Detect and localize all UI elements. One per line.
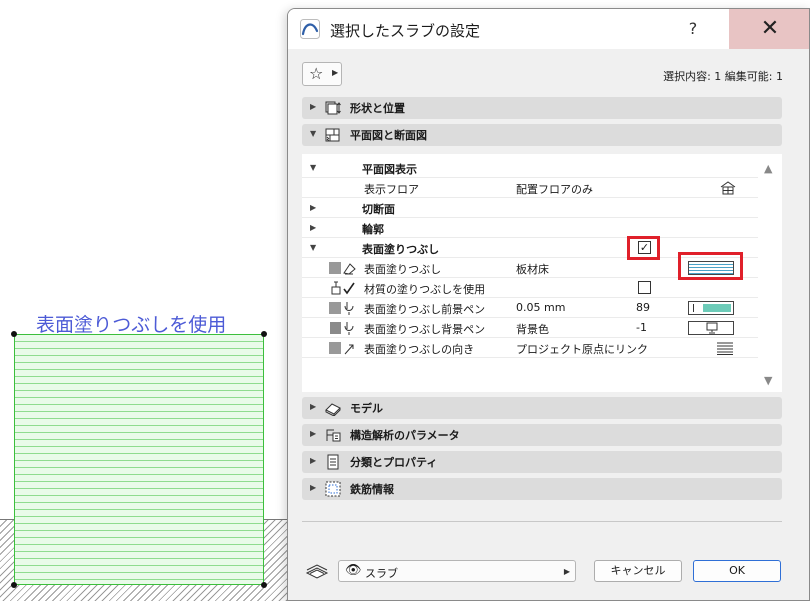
model-icon xyxy=(325,403,341,416)
scroll-up-arrow-icon[interactable]: ▲ xyxy=(764,162,772,175)
section-plan-section[interactable]: ▼ 平面図と断面図 xyxy=(302,124,782,146)
expand-arrow-icon: ▶ xyxy=(310,402,317,411)
section-label: 分類とプロパティ xyxy=(350,456,438,469)
row-background-pen[interactable]: 表面塗りつぶし背景ペン 背景色 -1 xyxy=(302,318,758,338)
close-button[interactable]: ✕ xyxy=(729,9,809,49)
foreground-pen-number[interactable]: 89 xyxy=(636,301,650,314)
collapse-arrow-icon: ▼ xyxy=(310,243,317,252)
section-shape-position[interactable]: ▶ 形状と位置 xyxy=(302,97,782,119)
slab-handle-top-left[interactable] xyxy=(11,331,17,337)
show-floor-value[interactable]: 配置フロアのみ xyxy=(516,181,593,197)
footer-divider xyxy=(302,521,782,522)
row-cut-surfaces[interactable]: ▶ 切断面 xyxy=(302,198,758,218)
row-outlines[interactable]: ▶ 輪郭 xyxy=(302,218,758,238)
foreground-pen-weight[interactable]: 0.05 mm xyxy=(516,301,565,314)
use-material-fill-checkbox[interactable] xyxy=(638,281,651,294)
collapse-arrow-icon: ▼ xyxy=(310,129,317,138)
slab-settings-dialog: 選択したスラブの設定 ? ✕ ☆ ▶ 選択内容: 1 編集可能: 1 ▶ 形状と… xyxy=(287,8,810,601)
cover-fill-type-value[interactable]: 板材床 xyxy=(516,261,549,277)
cancel-button[interactable]: キャンセル xyxy=(594,560,682,582)
archicad-logo-icon xyxy=(300,19,320,39)
section-label: 平面図と断面図 xyxy=(350,129,427,142)
slab-handle-top-right[interactable] xyxy=(261,331,267,337)
foreground-pen-icon xyxy=(329,302,354,315)
expand-arrow-icon: ▶ xyxy=(310,102,317,111)
title-bar[interactable]: 選択したスラブの設定 ? ✕ xyxy=(288,9,809,49)
orientation-icon xyxy=(329,342,354,355)
hatch-lines-icon xyxy=(717,342,733,355)
chevron-right-icon: ▶ xyxy=(563,567,570,576)
floor-icon xyxy=(720,181,736,195)
section-label: モデル xyxy=(350,402,383,415)
section-model[interactable]: ▶ モデル xyxy=(302,397,782,419)
slab-element[interactable] xyxy=(14,334,264,585)
dialog-title: 選択したスラブの設定 xyxy=(330,22,481,40)
section-rebar[interactable]: ▶ 鉄筋情報 xyxy=(302,478,782,500)
row-label: 表面塗りつぶし xyxy=(364,263,442,276)
star-icon: ☆ xyxy=(309,64,324,83)
ok-button[interactable]: OK xyxy=(693,560,781,582)
expand-arrow-icon: ▶ xyxy=(310,223,317,232)
document-icon xyxy=(327,454,339,470)
swatch-highlight xyxy=(678,252,743,280)
group-label: 輪郭 xyxy=(362,223,384,236)
row-fill-orientation[interactable]: 表面塗りつぶしの向き プロジェクト原点にリンク xyxy=(302,338,758,358)
plan-section-panel: ▼ 平面図表示 表示フロア 配置フロアのみ ▶ 切断面 ▶ 輪郭 ▼ 表面塗りつ… xyxy=(302,154,782,392)
material-check-icon xyxy=(331,281,355,295)
favorites-button[interactable]: ☆ ▶ xyxy=(302,62,342,86)
help-button[interactable]: ? xyxy=(676,13,710,45)
fill-pattern-icon xyxy=(329,262,356,275)
layers-icon[interactable] xyxy=(304,561,330,581)
background-pen-icon xyxy=(330,322,354,335)
row-plan-display[interactable]: ▼ 平面図表示 xyxy=(302,158,758,178)
section-label: 形状と位置 xyxy=(350,102,405,115)
section-structural[interactable]: ▶ 構造解析のパラメータ xyxy=(302,424,782,446)
section-label: 鉄筋情報 xyxy=(350,483,394,496)
expand-arrow-icon: ▶ xyxy=(310,483,317,492)
expand-arrow-icon: ▶ xyxy=(310,203,317,212)
group-label: 表面塗りつぶし xyxy=(362,243,440,256)
view-selector-label: スラブ xyxy=(365,567,398,580)
group-label: 切断面 xyxy=(362,203,395,216)
section-classification[interactable]: ▶ 分類とプロパティ xyxy=(302,451,782,473)
row-label: 表示フロア xyxy=(364,183,419,196)
section-label: 構造解析のパラメータ xyxy=(350,429,460,442)
pen-color-bar xyxy=(703,304,731,312)
shape-position-icon xyxy=(325,101,341,115)
background-pen-swatch[interactable] xyxy=(688,321,734,335)
expand-arrow-icon: ▶ xyxy=(310,429,317,438)
plan-section-icon xyxy=(325,128,340,142)
checkbox-highlight xyxy=(627,236,660,260)
slab-handle-bottom-left[interactable] xyxy=(11,582,17,588)
selection-info: 選択内容: 1 編集可能: 1 xyxy=(663,70,783,83)
chevron-right-icon: ▶ xyxy=(332,68,339,77)
row-label: 表面塗りつぶしの向き xyxy=(364,343,475,356)
fill-orientation-value[interactable]: プロジェクト原点にリンク xyxy=(516,341,648,357)
monitor-icon xyxy=(706,322,718,334)
group-label: 平面図表示 xyxy=(362,163,417,176)
structural-analysis-icon xyxy=(326,429,341,442)
slab-handle-bottom-right[interactable] xyxy=(261,582,267,588)
expand-arrow-icon: ▶ xyxy=(310,456,317,465)
row-label: 表面塗りつぶし背景ペン xyxy=(364,323,486,336)
rebar-icon xyxy=(325,481,341,497)
slab-label: 表面塗りつぶしを使用 xyxy=(36,314,227,336)
background-pen-number[interactable]: -1 xyxy=(636,321,647,334)
row-label: 材質の塗りつぶしを使用 xyxy=(364,283,486,296)
row-show-floor[interactable]: 表示フロア 配置フロアのみ xyxy=(302,178,758,198)
view-selector[interactable]: 👁 スラブ ▶ xyxy=(338,560,576,582)
row-label: 表面塗りつぶし前景ペン xyxy=(364,303,486,316)
collapse-arrow-icon: ▼ xyxy=(310,163,317,172)
background-pen-value[interactable]: 背景色 xyxy=(516,321,549,337)
scroll-down-arrow-icon[interactable]: ▼ xyxy=(764,374,772,387)
pen-marker xyxy=(693,304,694,312)
row-use-material-fill[interactable]: 材質の塗りつぶしを使用 xyxy=(302,278,758,298)
foreground-pen-swatch[interactable] xyxy=(688,301,734,315)
eye-icon: 👁 xyxy=(345,563,362,578)
row-foreground-pen[interactable]: 表面塗りつぶし前景ペン 0.05 mm 89 xyxy=(302,298,758,318)
